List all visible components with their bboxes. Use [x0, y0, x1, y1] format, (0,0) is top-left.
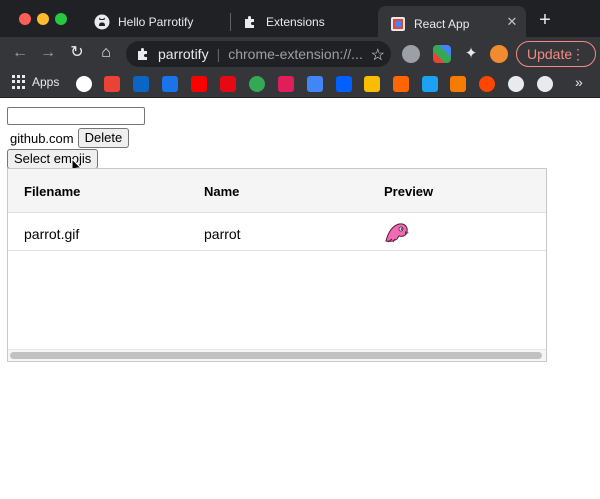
address-site: parrotify	[158, 46, 209, 62]
more-bookmarks-icon[interactable]: »	[575, 74, 583, 90]
react-app-icon	[390, 16, 406, 32]
domain-label: github.com	[10, 130, 74, 146]
horizontal-scrollbar[interactable]	[8, 349, 546, 361]
tab-hello-parrotify[interactable]: Hello Parrotify	[82, 6, 230, 37]
drive-bookmark-icon[interactable]	[364, 76, 380, 92]
hackernews-bookmark-icon[interactable]	[393, 76, 409, 92]
github-bookmark-icon[interactable]	[537, 76, 553, 92]
google-bookmark-icon[interactable]	[76, 76, 92, 92]
domain-input[interactable]	[7, 107, 145, 125]
bookmarks-bar: Apps »	[0, 70, 600, 98]
netflix-bookmark-icon[interactable]	[220, 76, 236, 92]
emoji-table: Filename Name Preview parrot.gif parrot	[7, 168, 547, 362]
forward-icon[interactable]: →	[38, 43, 58, 63]
minimize-window-button[interactable]	[37, 13, 49, 25]
reddit-bookmark-icon[interactable]	[479, 76, 495, 92]
scrollbar-thumb[interactable]	[10, 352, 542, 359]
more-menu-icon: ⋮	[571, 46, 585, 62]
new-tab-button[interactable]: +	[536, 10, 554, 30]
home-icon[interactable]: ⌂	[96, 43, 116, 63]
bookmark-apps[interactable]: Apps	[12, 75, 59, 89]
column-header-filename: Filename	[24, 184, 81, 199]
update-button[interactable]: Update ⋮	[516, 41, 596, 67]
column-header-name: Name	[204, 184, 240, 199]
tab-title: React App	[414, 17, 470, 31]
page-content: github.com Delete Select emojis Filename…	[0, 98, 600, 499]
table-header: Filename Name Preview	[8, 169, 546, 213]
profile-avatar-icon[interactable]	[490, 45, 508, 63]
address-separator: |	[216, 46, 221, 62]
tab-strip: Hello Parrotify Extensions React App ✕ +	[0, 0, 600, 42]
bookmark-apps-label: Apps	[32, 75, 60, 89]
slack-bookmark-icon[interactable]	[278, 76, 294, 92]
extension-colorful-icon[interactable]	[433, 45, 451, 63]
extensions-puzzle-icon[interactable]: ✦	[462, 45, 480, 63]
delete-button[interactable]: Delete	[77, 128, 130, 148]
maps-bookmark-icon[interactable]	[249, 76, 265, 92]
address-url: chrome-extension://...	[228, 46, 363, 62]
reload-icon[interactable]: ↻	[67, 43, 87, 63]
bookmark-star-icon[interactable]: ☆	[371, 45, 385, 65]
product-bookmark-icon[interactable]	[450, 76, 466, 92]
dropbox-bookmark-icon[interactable]	[336, 76, 352, 92]
github-icon	[94, 14, 110, 30]
linkedin-bookmark-icon[interactable]	[133, 76, 149, 92]
cell-filename: parrot.gif	[24, 226, 80, 242]
puzzle-icon	[242, 14, 258, 30]
address-bar[interactable]: parrotify | chrome-extension://... ☆	[126, 41, 391, 67]
zoom-window-button[interactable]	[55, 13, 67, 25]
parrot-emoji-icon	[385, 223, 409, 243]
cell-name: parrot	[204, 226, 241, 242]
gmail-bookmark-icon[interactable]	[104, 76, 120, 92]
extension-gray-icon[interactable]	[402, 45, 420, 63]
tab-extensions[interactable]: Extensions	[230, 6, 376, 37]
domain-row: github.com Delete	[10, 128, 130, 148]
hatena-bookmark-icon[interactable]	[422, 76, 438, 92]
youtube-bookmark-icon[interactable]	[191, 76, 207, 92]
column-header-preview: Preview	[384, 184, 434, 199]
apps-grid-icon	[12, 75, 26, 89]
github-bookmark-icon[interactable]	[508, 76, 524, 92]
figma-bookmark-icon[interactable]	[307, 76, 323, 92]
tab-title: Hello Parrotify	[118, 14, 194, 29]
update-label: Update	[527, 46, 573, 62]
browser-toolbar: ← → ↻ ⌂ parrotify | chrome-extension://.…	[0, 37, 600, 70]
close-window-button[interactable]	[19, 13, 31, 25]
tab-title: Extensions	[266, 14, 325, 29]
back-icon[interactable]: ←	[10, 43, 30, 63]
close-tab-icon[interactable]: ✕	[504, 14, 520, 30]
extension-page-icon	[138, 48, 147, 60]
select-emojis-button[interactable]: Select emojis	[7, 149, 99, 169]
calendar-bookmark-icon[interactable]	[162, 76, 178, 92]
table-row[interactable]: parrot.gif parrot	[8, 213, 546, 251]
